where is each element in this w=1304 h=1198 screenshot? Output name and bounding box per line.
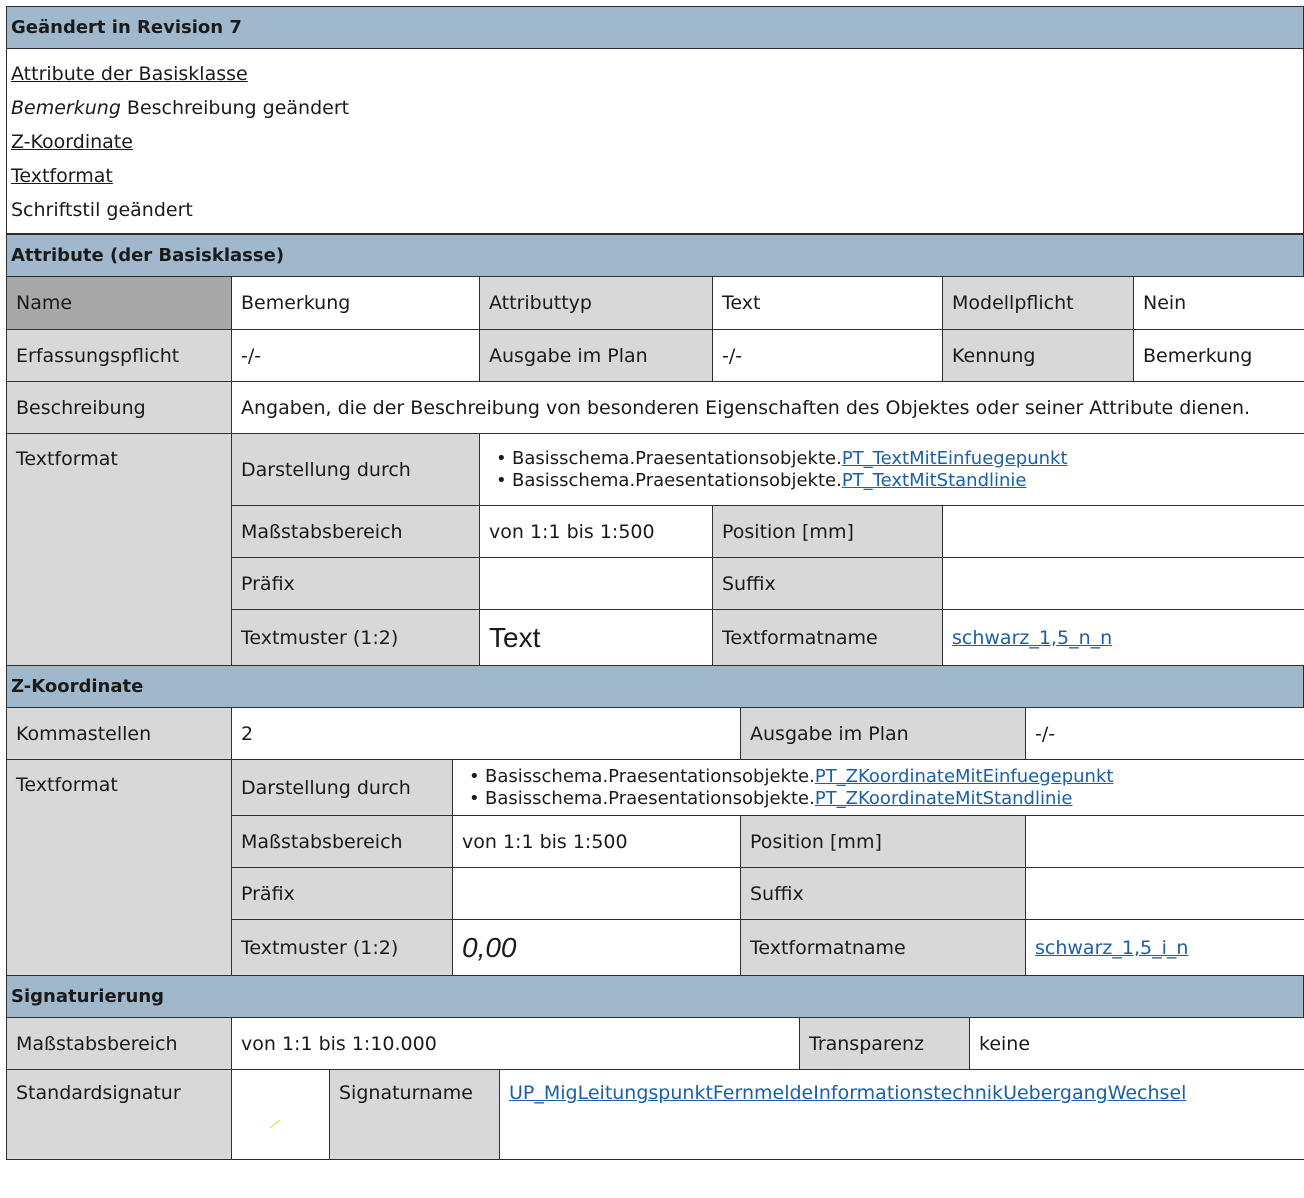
attribute-section: Attribute (der Basisklasse): [6, 234, 1304, 277]
suffix-value: [942, 557, 1304, 610]
beschreibung-value: Angaben, die der Beschreibung von besond…: [231, 381, 1304, 434]
revision-line: Z-Koordinate: [11, 131, 133, 153]
signaturname-value: UP_MigLeitungspunktFernmeldeInformations…: [499, 1069, 1304, 1160]
z-textformatname-value: schwarz_1,5_i_n: [1025, 919, 1304, 976]
z-massstab-value: von 1:1 bis 1:500: [452, 815, 741, 868]
erfassungspflicht-label: Erfassungspflicht: [6, 329, 232, 382]
kennung-label: Kennung: [942, 329, 1134, 382]
signature-preview-icon: [269, 1119, 281, 1129]
modellpflicht-value: Nein: [1133, 276, 1304, 330]
z-darstellung-link[interactable]: PT_ZKoordinateMitEinfuegepunkt: [815, 766, 1114, 787]
attributtyp-label: Attributtyp: [479, 276, 713, 330]
ausgabe-value: -/-: [712, 329, 943, 382]
darstellung-label: Darstellung durch: [231, 433, 480, 506]
textmuster-value: Text: [479, 609, 713, 666]
revision-line: Attribute der Basisklasse: [11, 63, 248, 85]
z-position-value: [1025, 815, 1304, 868]
zkoord-table: Kommastellen 2 Ausgabe im Plan -/- Textf…: [6, 707, 1304, 976]
erfassungspflicht-value: -/-: [231, 329, 480, 382]
modellpflicht-label: Modellpflicht: [942, 276, 1134, 330]
darstellung-item: Basisschema.Praesentationsobjekte.PT_Tex…: [496, 448, 1295, 470]
z-darstellung-label: Darstellung durch: [231, 759, 453, 816]
attributtyp-value: Text: [712, 276, 943, 330]
z-suffix-value: [1025, 867, 1304, 920]
suffix-label: Suffix: [712, 557, 943, 610]
z-suffix-label: Suffix: [740, 867, 1026, 920]
signature-preview: [231, 1069, 330, 1160]
z-position-label: Position [mm]: [740, 815, 1026, 868]
attribute-table: Name Bemerkung Attributtyp Text Modellpf…: [6, 276, 1304, 666]
z-massstab-label: Maßstabsbereich: [231, 815, 453, 868]
darstellung-link[interactable]: PT_TextMitEinfuegepunkt: [842, 448, 1068, 469]
transparenz-label: Transparenz: [799, 1017, 970, 1070]
revision-line: Textformat: [11, 165, 113, 187]
massstab-value: von 1:1 bis 1:500: [479, 505, 713, 558]
document: Geändert in Revision 7 Attribute der Bas…: [6, 6, 1304, 1160]
signaturname-label: Signaturname: [329, 1069, 500, 1160]
signatur-section: Signaturierung: [6, 975, 1304, 1018]
textformat-label: Textformat: [6, 433, 232, 666]
z-textmuster-value: 0,00: [452, 919, 741, 976]
z-ausgabe-value: -/-: [1025, 707, 1304, 760]
name-label: Name: [6, 276, 232, 330]
kommastellen-value: 2: [231, 707, 741, 760]
zkoord-header: Z-Koordinate: [7, 666, 1303, 708]
darstellung-value: Basisschema.Praesentationsobjekte.PT_Tex…: [479, 433, 1304, 506]
standardsignatur-label: Standardsignatur: [6, 1069, 232, 1160]
revision-line: Schriftstil geändert: [11, 199, 193, 221]
praefix-label: Präfix: [231, 557, 480, 610]
ausgabe-label: Ausgabe im Plan: [479, 329, 713, 382]
z-textformatname-link[interactable]: schwarz_1,5_i_n: [1035, 937, 1188, 959]
signaturname-link[interactable]: UP_MigLeitungspunktFernmeldeInformations…: [509, 1082, 1186, 1104]
revision-section: Geändert in Revision 7 Attribute der Bas…: [6, 6, 1304, 234]
position-value: [942, 505, 1304, 558]
z-textformat-label: Textformat: [6, 759, 232, 976]
darstellung-link[interactable]: PT_TextMitStandlinie: [842, 470, 1027, 491]
beschreibung-label: Beschreibung: [6, 381, 232, 434]
textformatname-link[interactable]: schwarz_1,5_n_n: [952, 627, 1112, 649]
signatur-header: Signaturierung: [7, 976, 1303, 1018]
z-darstellung-link[interactable]: PT_ZKoordinateMitStandlinie: [815, 788, 1073, 809]
z-darstellung-value: Basisschema.Praesentationsobjekte.PT_ZKo…: [452, 759, 1304, 816]
sig-massstab-value: von 1:1 bis 1:10.000: [231, 1017, 800, 1070]
z-darstellung-item: Basisschema.Praesentationsobjekte.PT_ZKo…: [469, 766, 1295, 788]
kommastellen-label: Kommastellen: [6, 707, 232, 760]
zkoord-section: Z-Koordinate: [6, 665, 1304, 708]
textformatname-label: Textformatname: [712, 609, 943, 666]
z-praefix-value: [452, 867, 741, 920]
attribute-header: Attribute (der Basisklasse): [7, 235, 1303, 277]
revision-body: Attribute der Basisklasse Bemerkung Besc…: [7, 49, 1303, 234]
textformatname-value: schwarz_1,5_n_n: [942, 609, 1304, 666]
z-textformatname-label: Textformatname: [740, 919, 1026, 976]
massstab-label: Maßstabsbereich: [231, 505, 480, 558]
kennung-value: Bemerkung: [1133, 329, 1304, 382]
name-value: Bemerkung: [231, 276, 480, 330]
signatur-table: Maßstabsbereich von 1:1 bis 1:10.000 Tra…: [6, 1017, 1304, 1160]
z-darstellung-item: Basisschema.Praesentationsobjekte.PT_ZKo…: [469, 788, 1295, 810]
darstellung-item: Basisschema.Praesentationsobjekte.PT_Tex…: [496, 470, 1295, 492]
sig-massstab-label: Maßstabsbereich: [6, 1017, 232, 1070]
z-praefix-label: Präfix: [231, 867, 453, 920]
z-ausgabe-label: Ausgabe im Plan: [740, 707, 1026, 760]
transparenz-value: keine: [969, 1017, 1304, 1070]
revision-header: Geändert in Revision 7: [7, 7, 1303, 49]
revision-line: Bemerkung Beschreibung geändert: [11, 97, 350, 119]
position-label: Position [mm]: [712, 505, 943, 558]
praefix-value: [479, 557, 713, 610]
textmuster-label: Textmuster (1:2): [231, 609, 480, 666]
z-textmuster-label: Textmuster (1:2): [231, 919, 453, 976]
